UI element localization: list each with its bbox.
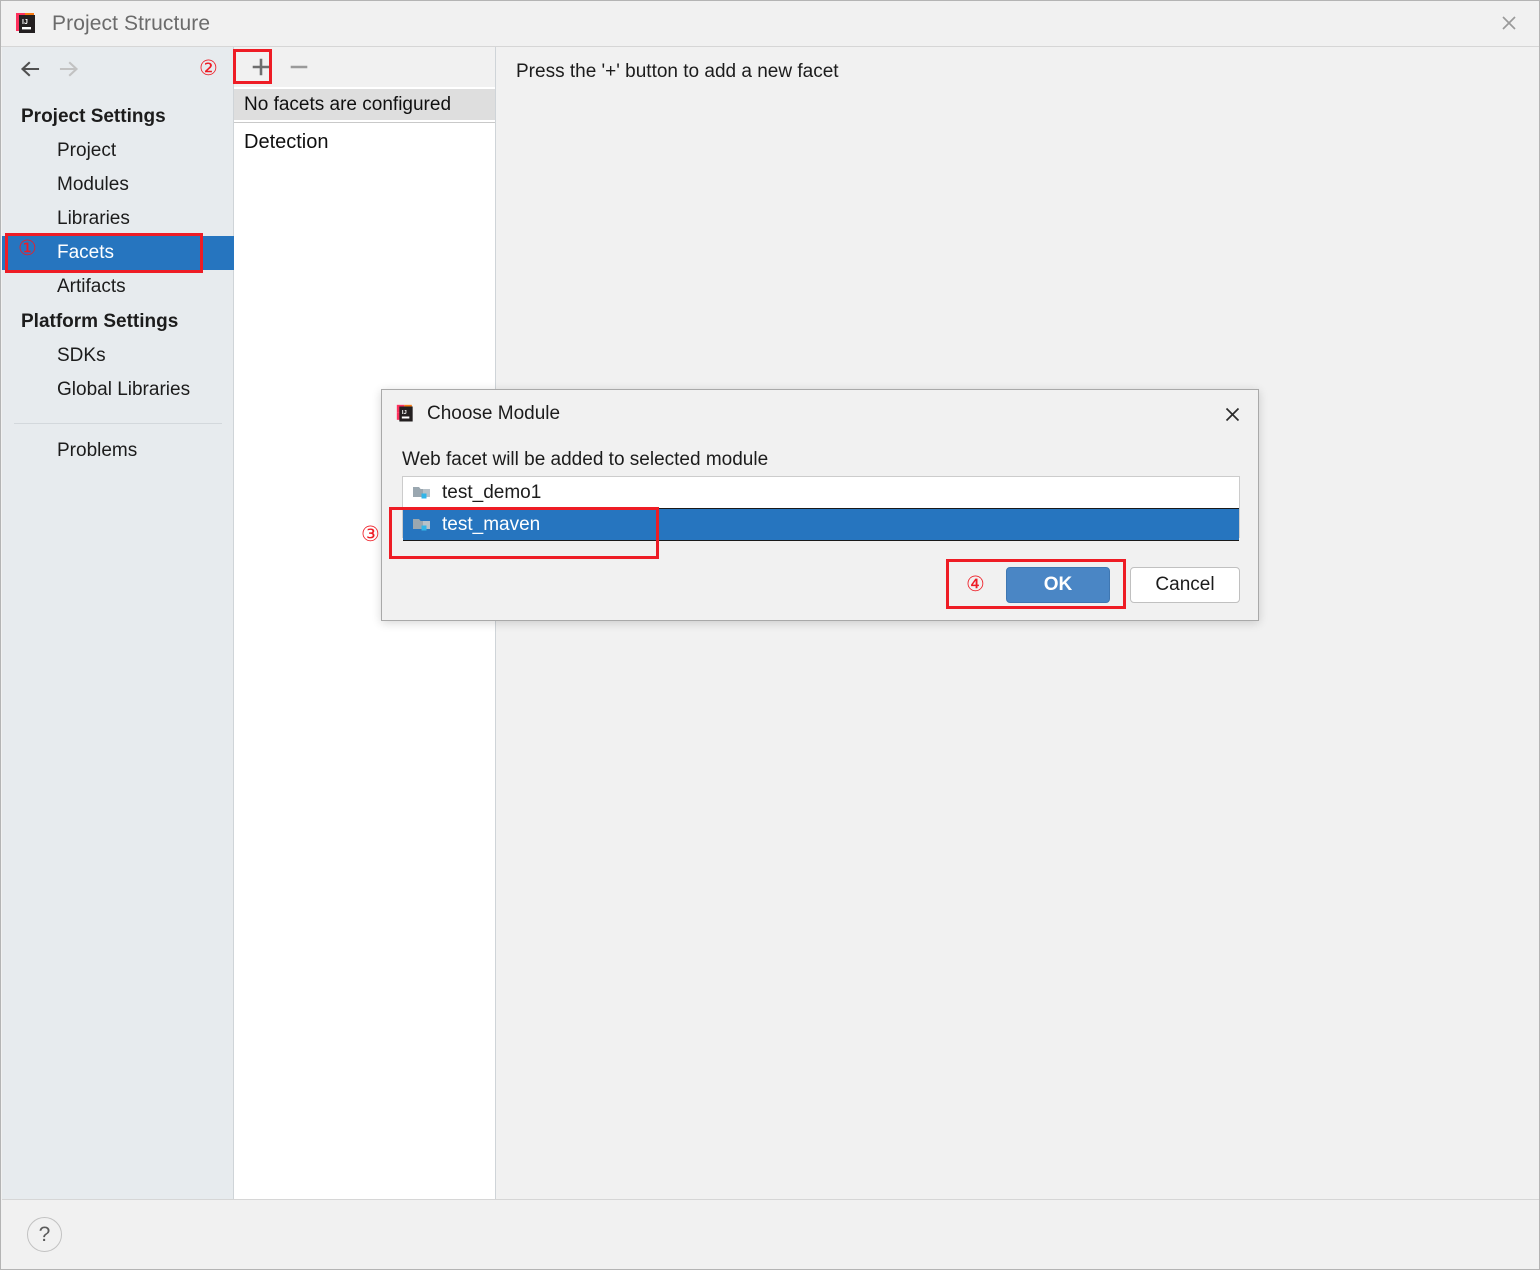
facet-details-panel: Press the '+' button to add a new facet — [497, 47, 1539, 1199]
sidebar-item-facets[interactable]: Facets — [2, 236, 234, 270]
module-folder-icon — [412, 516, 431, 533]
sidebar-item-project[interactable]: Project — [2, 134, 234, 168]
sidebar-divider — [14, 423, 222, 424]
plus-icon — [252, 58, 270, 76]
sidebar-item-problems[interactable]: Problems — [2, 434, 234, 468]
module-folder-icon — [412, 484, 431, 501]
facets-header-separator — [234, 122, 495, 123]
sidebar-group-project-settings: Project Settings — [21, 106, 166, 127]
facet-empty-hint: Press the '+' button to add a new facet — [516, 61, 839, 82]
choose-module-ok-button[interactable]: OK — [1006, 567, 1110, 603]
sidebar-item-sdks[interactable]: SDKs — [2, 339, 234, 373]
module-name: test_maven — [442, 513, 541, 535]
sidebar-item-modules[interactable]: Modules — [2, 168, 234, 202]
choose-module-close-button[interactable] — [1212, 396, 1252, 432]
intellij-idea-logo-icon: IJ — [15, 12, 39, 36]
window-titlebar: IJ Project Structure — [1, 1, 1539, 47]
window-close-button[interactable] — [1479, 1, 1539, 45]
close-icon — [1502, 16, 1516, 30]
sidebar-nav-arrows — [2, 47, 234, 91]
forward-button[interactable] — [52, 53, 90, 85]
choose-module-cancel-button[interactable]: Cancel — [1130, 567, 1240, 603]
sidebar-group-platform-settings: Platform Settings — [21, 311, 179, 332]
facets-detection-node[interactable]: Detection — [234, 127, 495, 157]
sidebar-item-artifacts[interactable]: Artifacts — [2, 270, 234, 304]
sidebar-item-global-libraries[interactable]: Global Libraries — [2, 373, 234, 407]
settings-sidebar: Project Settings Project Modules Librari… — [2, 47, 234, 1199]
choose-module-titlebar: IJ Choose Module — [382, 390, 1258, 438]
choose-module-description: Web facet will be added to selected modu… — [402, 449, 769, 470]
list-item[interactable]: test_demo1 — [403, 477, 1239, 508]
sidebar-item-libraries[interactable]: Libraries — [2, 202, 234, 236]
back-button[interactable] — [14, 53, 52, 85]
facets-empty-header: No facets are configured — [234, 89, 495, 120]
choose-module-dialog: IJ Choose Module Web facet will be added… — [381, 389, 1259, 621]
dialog-footer: ? OK Cancel Apply — [2, 1199, 1539, 1269]
svg-text:IJ: IJ — [22, 19, 28, 26]
intellij-idea-logo-icon: IJ — [382, 404, 416, 424]
module-list[interactable]: test_demo1 test_maven — [402, 476, 1240, 541]
arrow-right-icon — [59, 61, 79, 77]
choose-module-title: Choose Module — [427, 403, 561, 424]
help-button[interactable]: ? — [27, 1217, 62, 1252]
svg-text:IJ: IJ — [402, 410, 407, 416]
remove-facet-button[interactable] — [280, 50, 318, 84]
settings-category-list: Project Settings Project Modules Librari… — [2, 99, 234, 468]
minus-icon — [290, 65, 308, 69]
facets-toolbar — [234, 47, 495, 87]
window-title: Project Structure — [52, 11, 211, 35]
close-icon — [1225, 407, 1239, 421]
facets-list-panel: No facets are configured Detection — [234, 47, 496, 1199]
list-item[interactable]: test_maven — [403, 508, 1239, 541]
arrow-left-icon — [20, 61, 40, 77]
project-structure-window: IJ Project Structure Project Settings Pr… — [0, 0, 1540, 1270]
module-name: test_demo1 — [442, 481, 542, 503]
add-facet-button[interactable] — [242, 50, 280, 84]
